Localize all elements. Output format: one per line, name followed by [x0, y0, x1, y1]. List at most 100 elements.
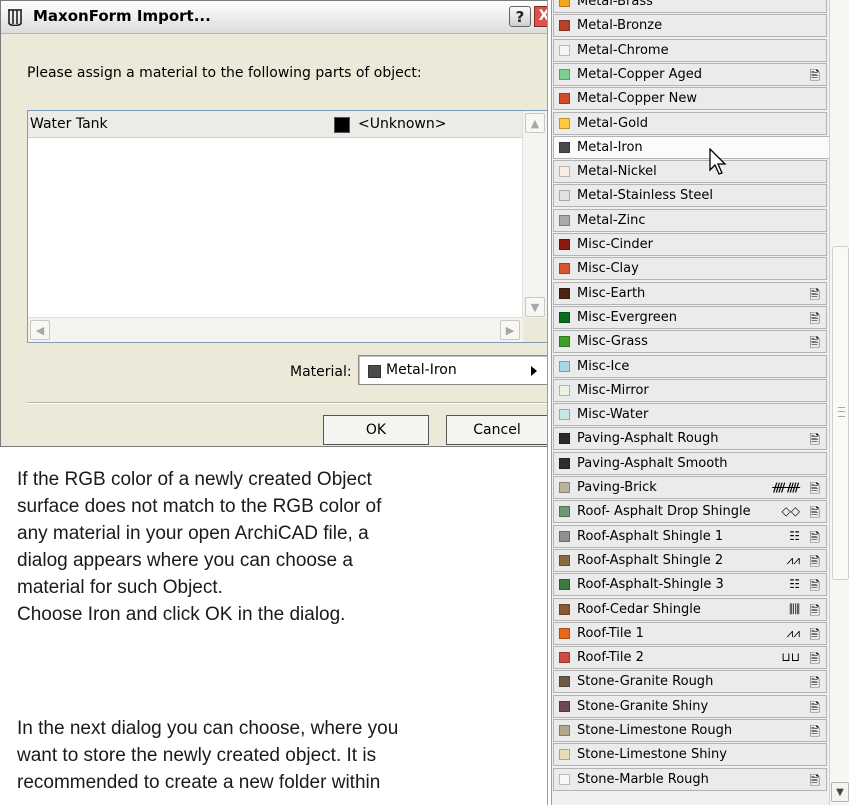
material-list-popup: Metal-Brass Metal-Bronze Metal-Chrome Metal…: [547, 0, 849, 805]
material-value: Metal-Iron: [386, 362, 457, 378]
document-icon: 🖹: [809, 288, 820, 303]
material-color-swatch: [559, 0, 570, 7]
scroll-up-icon[interactable]: ▲: [525, 113, 545, 133]
list-item[interactable]: Roof-Asphalt-Shingle 3 ☷ 🖹: [553, 573, 827, 596]
list-item[interactable]: Metal-Gold: [553, 112, 827, 135]
maxonform-import-dialog: MaxonForm Import... ? X Please assign a …: [0, 0, 554, 447]
document-icon: 🖹: [809, 506, 820, 521]
cancel-button[interactable]: Cancel: [446, 415, 548, 445]
document-icon: 🖹: [809, 652, 820, 667]
material-color-swatch: [559, 263, 570, 274]
document-icon: 🖹: [809, 531, 820, 546]
ok-button[interactable]: OK: [323, 415, 429, 445]
texture-pattern-icon: ◇◇: [781, 504, 800, 518]
material-name: Misc-Clay: [577, 261, 639, 276]
list-item[interactable]: Metal-Bronze: [553, 14, 827, 37]
list-item[interactable]: Misc-Clay: [553, 257, 827, 280]
help-button[interactable]: ?: [509, 6, 531, 27]
scroll-down-icon[interactable]: ▼: [831, 782, 849, 802]
scrollbar-thumb[interactable]: [832, 246, 849, 580]
list-item[interactable]: Metal-Zinc: [553, 209, 827, 232]
parts-list[interactable]: Water Tank <Unknown> ▲ ▼ ◀ ▶: [27, 110, 548, 343]
mouse-cursor-icon: [709, 148, 727, 175]
material-color-swatch: [559, 69, 570, 80]
material-name: Metal-Chrome: [577, 43, 669, 58]
list-item[interactable]: Roof-Asphalt Shingle 2 ⩘⩘ 🖹: [553, 549, 827, 572]
list-item[interactable]: Roof- Asphalt Drop Shingle ◇◇ 🖹: [553, 500, 827, 523]
material-list-scrollbar[interactable]: ▼: [829, 0, 849, 805]
texture-pattern-icon: ⩘⩘: [786, 553, 800, 567]
texture-pattern-icon: ᚎᚎ: [772, 480, 800, 494]
material-name: Roof- Asphalt Drop Shingle: [577, 504, 751, 519]
description-paragraph-2: In the next dialog you can choose, where…: [17, 715, 398, 796]
material-name: Paving-Brick: [577, 480, 657, 495]
material-color-swatch: [368, 365, 381, 378]
chevron-right-icon: [531, 366, 537, 376]
description-line: If the RGB color of a newly created Obje…: [17, 469, 372, 490]
material-name: Metal-Brass: [577, 0, 653, 9]
scroll-right-icon[interactable]: ▶: [500, 320, 520, 340]
material-color-swatch: [559, 458, 570, 469]
parts-list-horizontal-scrollbar[interactable]: ◀ ▶: [28, 317, 523, 342]
scroll-down-icon[interactable]: ▼: [525, 297, 545, 317]
material-list-border: [547, 0, 552, 805]
description-line: surface does not match to the RGB color …: [17, 496, 382, 517]
material-select[interactable]: Metal-Iron: [358, 355, 548, 385]
list-item[interactable]: Stone-Limestone Shiny: [553, 743, 827, 766]
description-line: material for such Object.: [17, 577, 223, 598]
list-item[interactable]: Paving-Asphalt Smooth: [553, 452, 827, 475]
material-name: Metal-Bronze: [577, 18, 663, 33]
list-item[interactable]: Stone-Granite Shiny 🖹: [553, 695, 827, 718]
list-item[interactable]: Metal-Chrome: [553, 39, 827, 62]
material-color-swatch: [559, 604, 570, 615]
list-item[interactable]: Roof-Cedar Shingle ⫼⫼ 🖹: [553, 598, 827, 621]
document-icon: 🖹: [809, 676, 820, 691]
list-item[interactable]: Metal-Iron: [553, 136, 833, 159]
material-color-swatch: [559, 409, 570, 420]
list-item[interactable]: Misc-Evergreen 🖹: [553, 306, 827, 329]
material-color-swatch: [559, 190, 570, 201]
list-item[interactable]: Metal-Stainless Steel: [553, 184, 827, 207]
list-item[interactable]: Stone-Granite Rough 🖹: [553, 670, 827, 693]
document-icon: 🖹: [809, 774, 820, 789]
material-color-swatch: [559, 385, 570, 396]
list-item[interactable]: Paving-Brick ᚎᚎ 🖹: [553, 476, 827, 499]
material-name: Roof-Asphalt Shingle 1: [577, 529, 724, 544]
list-item[interactable]: Paving-Asphalt Rough 🖹: [553, 427, 827, 450]
parts-list-vertical-scrollbar[interactable]: ▲ ▼: [522, 111, 547, 319]
list-item[interactable]: Misc-Ice: [553, 355, 827, 378]
list-item[interactable]: Misc-Cinder: [553, 233, 827, 256]
material-name: Stone-Limestone Rough: [577, 723, 733, 738]
list-item[interactable]: Misc-Earth 🖹: [553, 282, 827, 305]
material-color-swatch: [559, 725, 570, 736]
list-item[interactable]: Water Tank <Unknown>: [28, 111, 523, 138]
scroll-left-icon[interactable]: ◀: [30, 320, 50, 340]
material-color-swatch: [559, 45, 570, 56]
list-item[interactable]: Metal-Copper Aged 🖹: [553, 63, 827, 86]
list-item[interactable]: Stone-Limestone Rough 🖹: [553, 719, 827, 742]
list-item[interactable]: Stone-Marble Rough 🖹: [553, 768, 827, 791]
list-item[interactable]: Roof-Tile 1 ⩘⩘ 🖹: [553, 622, 827, 645]
part-name: Water Tank: [30, 116, 108, 132]
list-item[interactable]: Misc-Water: [553, 403, 827, 426]
material-color-swatch: [559, 676, 570, 687]
material-color-swatch: [559, 749, 570, 760]
list-item[interactable]: Misc-Mirror: [553, 379, 827, 402]
list-item[interactable]: Metal-Brass: [553, 0, 827, 13]
description-paragraph-1: If the RGB color of a newly created Obje…: [17, 466, 381, 628]
dialog-titlebar[interactable]: MaxonForm Import... ? X: [1, 1, 554, 34]
list-item[interactable]: Roof-Tile 2 ⊔⊔ 🖹: [553, 646, 827, 669]
list-item[interactable]: Metal-Nickel: [553, 160, 827, 183]
material-name: Misc-Earth: [577, 286, 646, 301]
list-item[interactable]: Roof-Asphalt Shingle 1 ☷ 🖹: [553, 525, 827, 548]
list-item[interactable]: Metal-Copper New: [553, 87, 827, 110]
texture-pattern-icon: ☷: [789, 529, 800, 543]
material-name: Metal-Stainless Steel: [577, 188, 713, 203]
texture-pattern-icon: ⩘⩘: [786, 626, 800, 640]
material-name: Roof-Tile 2: [577, 650, 644, 665]
list-item[interactable]: Misc-Grass 🖹: [553, 330, 827, 353]
material-name: Roof-Cedar Shingle: [577, 602, 701, 617]
texture-pattern-icon: ☷: [789, 577, 800, 591]
material-label: Material:: [290, 364, 352, 380]
document-icon: 🖹: [809, 701, 820, 716]
